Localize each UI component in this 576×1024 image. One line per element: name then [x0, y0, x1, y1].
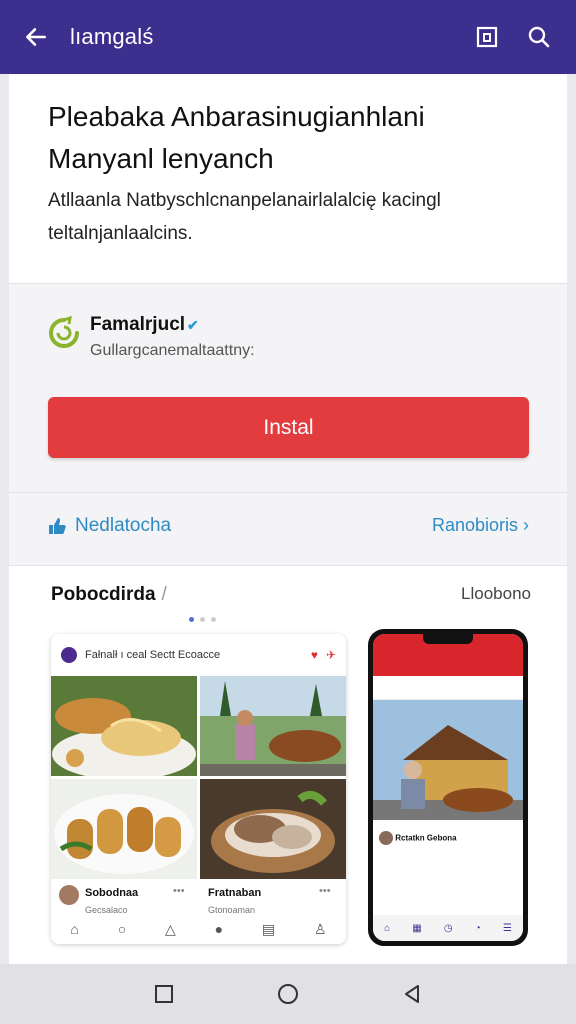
preview-phone[interactable]: Rctatkn Gebona ⌂ ▦ ◷ ◔ ☰	[368, 629, 528, 946]
food-tile[interactable]	[200, 676, 346, 776]
search-button[interactable]	[524, 22, 554, 52]
food-tile[interactable]	[51, 676, 197, 776]
menu-icon: ☰	[502, 922, 512, 934]
shot-user-2: Fratnaban	[208, 887, 262, 899]
phone-tabbar: ⌂ ▦ ◷ ◔ ☰	[373, 915, 523, 941]
home-icon: ⌂	[70, 921, 79, 937]
more-icon: •••	[173, 885, 185, 897]
home-icon: ⌂	[384, 922, 391, 934]
avatar: ●	[214, 921, 224, 937]
avatar	[59, 885, 79, 905]
phone-post: Rctatkn Gebona	[373, 825, 523, 851]
preview-screenshot-1[interactable]: Fałnalł ı ceal Sectt Ecoacce ♥ ✈ Sobodna…	[51, 634, 346, 944]
food-tile[interactable]	[200, 779, 346, 879]
carousel-dot[interactable]	[211, 617, 216, 622]
arrow-left-icon	[26, 28, 46, 46]
preview-heading: Pobocdirda /	[51, 584, 167, 606]
system-nav-bar	[0, 964, 576, 1024]
circle-icon	[278, 984, 298, 1004]
back-nav-button[interactable]	[400, 982, 424, 1006]
content-sheet: Pleabaka Anbarasinugianhlani Manyanl len…	[9, 74, 567, 964]
verified-icon: ✔	[187, 317, 199, 333]
page-description: Atllaanla Natbyschlcnanpelanairlalalcię …	[48, 190, 441, 244]
preview-heading-text: Pobocdirda	[51, 584, 156, 605]
shot-footer-1: Gecsalaco	[85, 905, 128, 915]
app-bar-title: lıamgalś	[70, 24, 154, 49]
phone-photo	[373, 700, 523, 820]
more-icon: •••	[319, 885, 331, 897]
right-link[interactable]: Ranobioris ›	[432, 515, 529, 536]
carousel-dot-active[interactable]	[189, 617, 194, 622]
install-button[interactable]: Instal	[48, 397, 529, 458]
preview-more-link[interactable]: Lloobono	[461, 584, 531, 606]
phone-header	[373, 634, 523, 676]
like-link-label: Nedlatocha	[75, 514, 172, 536]
grid-icon: ▦	[412, 922, 422, 934]
app-bar: lıamgalś	[0, 0, 576, 74]
avatar	[61, 647, 77, 663]
profile-icon: ♙	[313, 921, 327, 937]
carousel-dot[interactable]	[200, 617, 205, 622]
like-link[interactable]: Nedlatocha	[47, 515, 171, 537]
app-name: Famalrjucl ✔	[90, 314, 199, 336]
avatar	[379, 831, 393, 845]
search-icon	[528, 26, 550, 48]
bag-icon: △	[165, 921, 176, 937]
app-logo-icon	[49, 315, 79, 348]
shot-tabbar: ⌂ ○ △ ● ▤ ♙	[51, 921, 346, 938]
app-subtitle: Gullargcanemaltaattny:	[90, 342, 255, 359]
shot-header: Fałnalł ı ceal Sectt Ecoacce ♥ ✈	[51, 634, 346, 676]
shot-footer-2: Gtonoaman	[208, 905, 256, 915]
phone-toolbar	[373, 676, 523, 700]
thumbs-up-icon	[49, 517, 66, 534]
heart-icon: ♥	[310, 648, 318, 662]
hero-section: Pleabaka Anbarasinugianhlani Manyanl len…	[9, 74, 567, 284]
shot-footer: Sobodnaa ••• Fratnaban ••• Gecsalaco Gto…	[51, 879, 346, 944]
shot-header-text: Fałnalł ı ceal Sectt Ecoacce	[85, 649, 221, 661]
chart-icon: ▤	[261, 921, 276, 937]
search-icon: ○	[117, 921, 127, 937]
phone-notch	[423, 634, 473, 644]
food-tile[interactable]	[51, 779, 197, 879]
page-title: Pleabaka Anbarasinugianhlani Manyanl len…	[48, 101, 425, 174]
home-button[interactable]	[276, 982, 300, 1006]
preview-header: Pobocdirda / Lloobono	[51, 584, 531, 606]
share-icon: ✈	[325, 648, 336, 662]
carousel-dots	[189, 617, 216, 622]
links-row: Nedlatocha Ranobioris ›	[9, 492, 567, 558]
bookmark-square-icon	[476, 26, 498, 48]
back-button[interactable]	[22, 23, 50, 51]
phone-screen: Rctatkn Gebona ⌂ ▦ ◷ ◔ ☰	[373, 634, 523, 941]
slash-divider: /	[161, 584, 167, 605]
app-logo	[47, 315, 81, 350]
phone-user: Rctatkn Gebona	[395, 833, 457, 843]
bell-icon: ◔	[474, 922, 481, 934]
triangle-back-icon	[405, 985, 419, 1003]
square-icon	[155, 985, 173, 1003]
clock-icon: ◷	[443, 922, 453, 934]
recents-button[interactable]	[152, 982, 176, 1006]
app-name-text: Famalrjucl	[90, 314, 186, 335]
shot-user-1: Sobodnaa	[85, 887, 139, 899]
bookmark-button[interactable]	[472, 22, 502, 52]
